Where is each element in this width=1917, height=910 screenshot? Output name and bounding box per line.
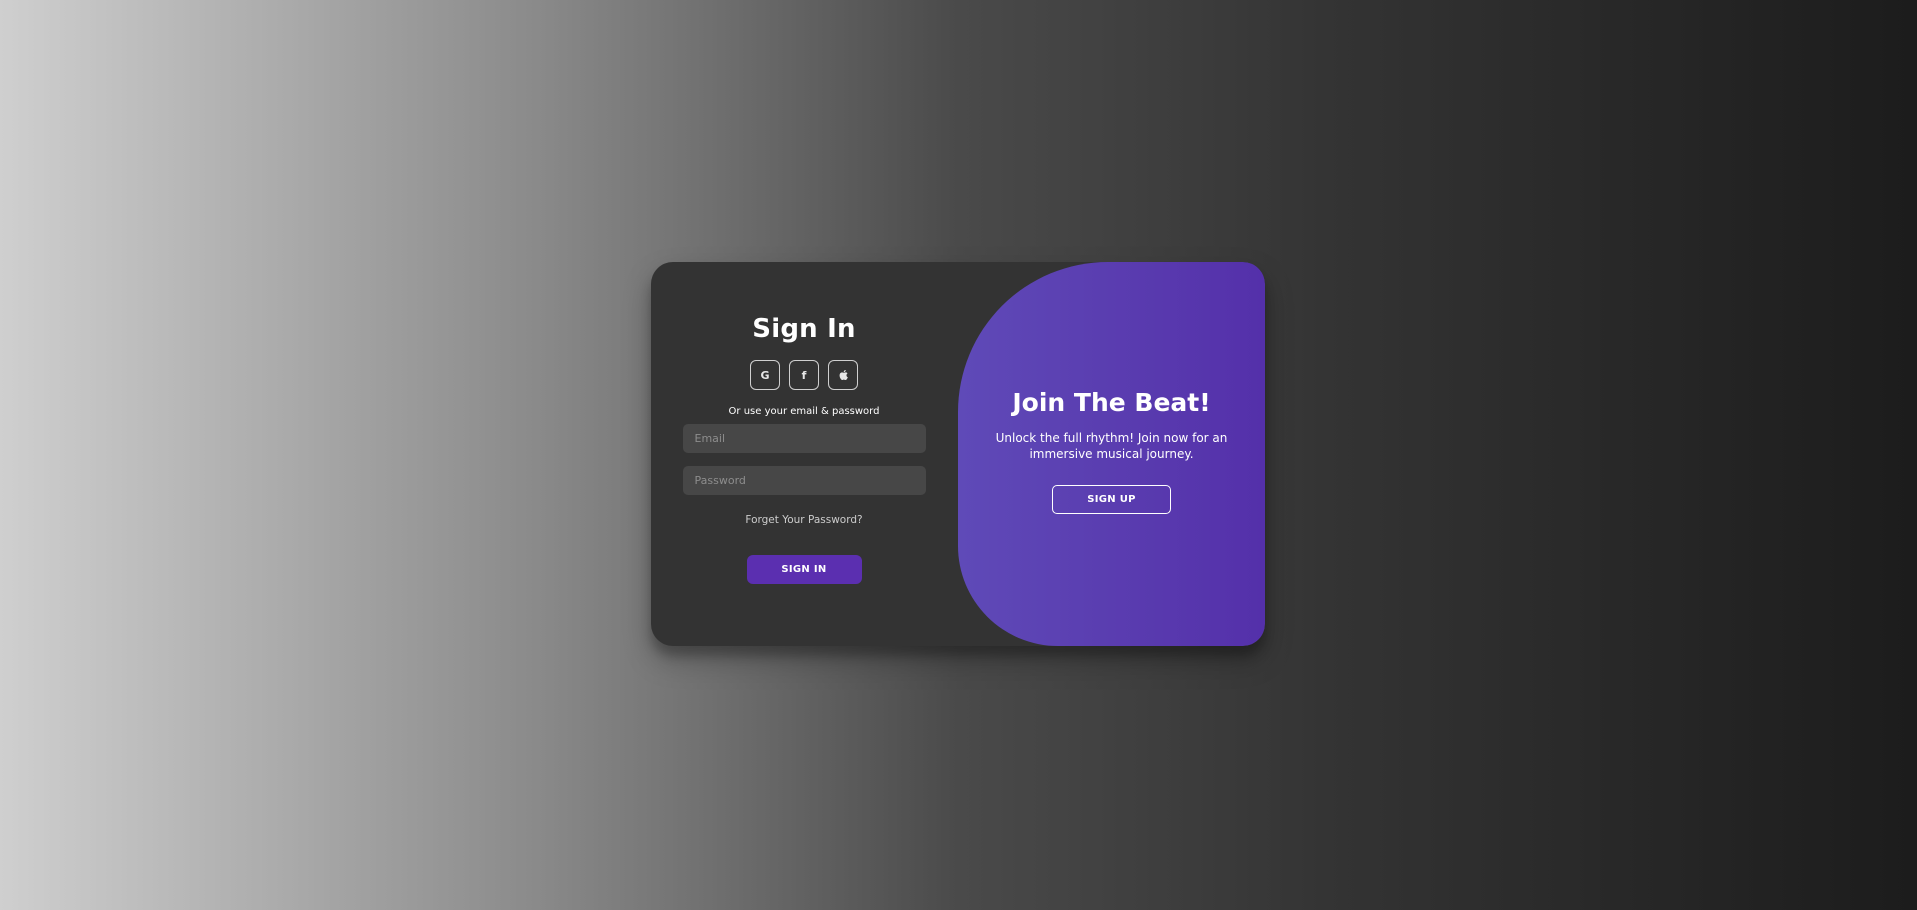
sign-in-form: Sign In G f Or use your email & password… bbox=[651, 262, 957, 646]
forgot-password-link[interactable]: Forget Your Password? bbox=[745, 514, 862, 527]
sign-up-promo-panel: Join The Beat! Unlock the full rhythm! J… bbox=[958, 262, 1265, 646]
apple-icon bbox=[839, 370, 848, 380]
sign-up-button[interactable]: SIGN UP bbox=[1052, 485, 1171, 514]
auth-card: Sign In G f Or use your email & password… bbox=[651, 262, 1265, 646]
social-login-row: G f bbox=[750, 360, 858, 390]
email-field[interactable] bbox=[682, 424, 926, 453]
alt-login-hint: Or use your email & password bbox=[728, 406, 880, 417]
facebook-icon: f bbox=[801, 368, 807, 382]
facebook-login-button[interactable]: f bbox=[789, 360, 819, 390]
sign-in-button[interactable]: SIGN IN bbox=[746, 555, 862, 584]
google-icon: G bbox=[760, 368, 770, 382]
promo-title: Join The Beat! bbox=[1012, 388, 1211, 417]
promo-description: Unlock the full rhythm! Join now for an … bbox=[995, 431, 1228, 461]
apple-login-button[interactable] bbox=[828, 360, 858, 390]
sign-in-title: Sign In bbox=[752, 314, 856, 344]
password-field[interactable] bbox=[682, 466, 926, 495]
google-login-button[interactable]: G bbox=[750, 360, 780, 390]
